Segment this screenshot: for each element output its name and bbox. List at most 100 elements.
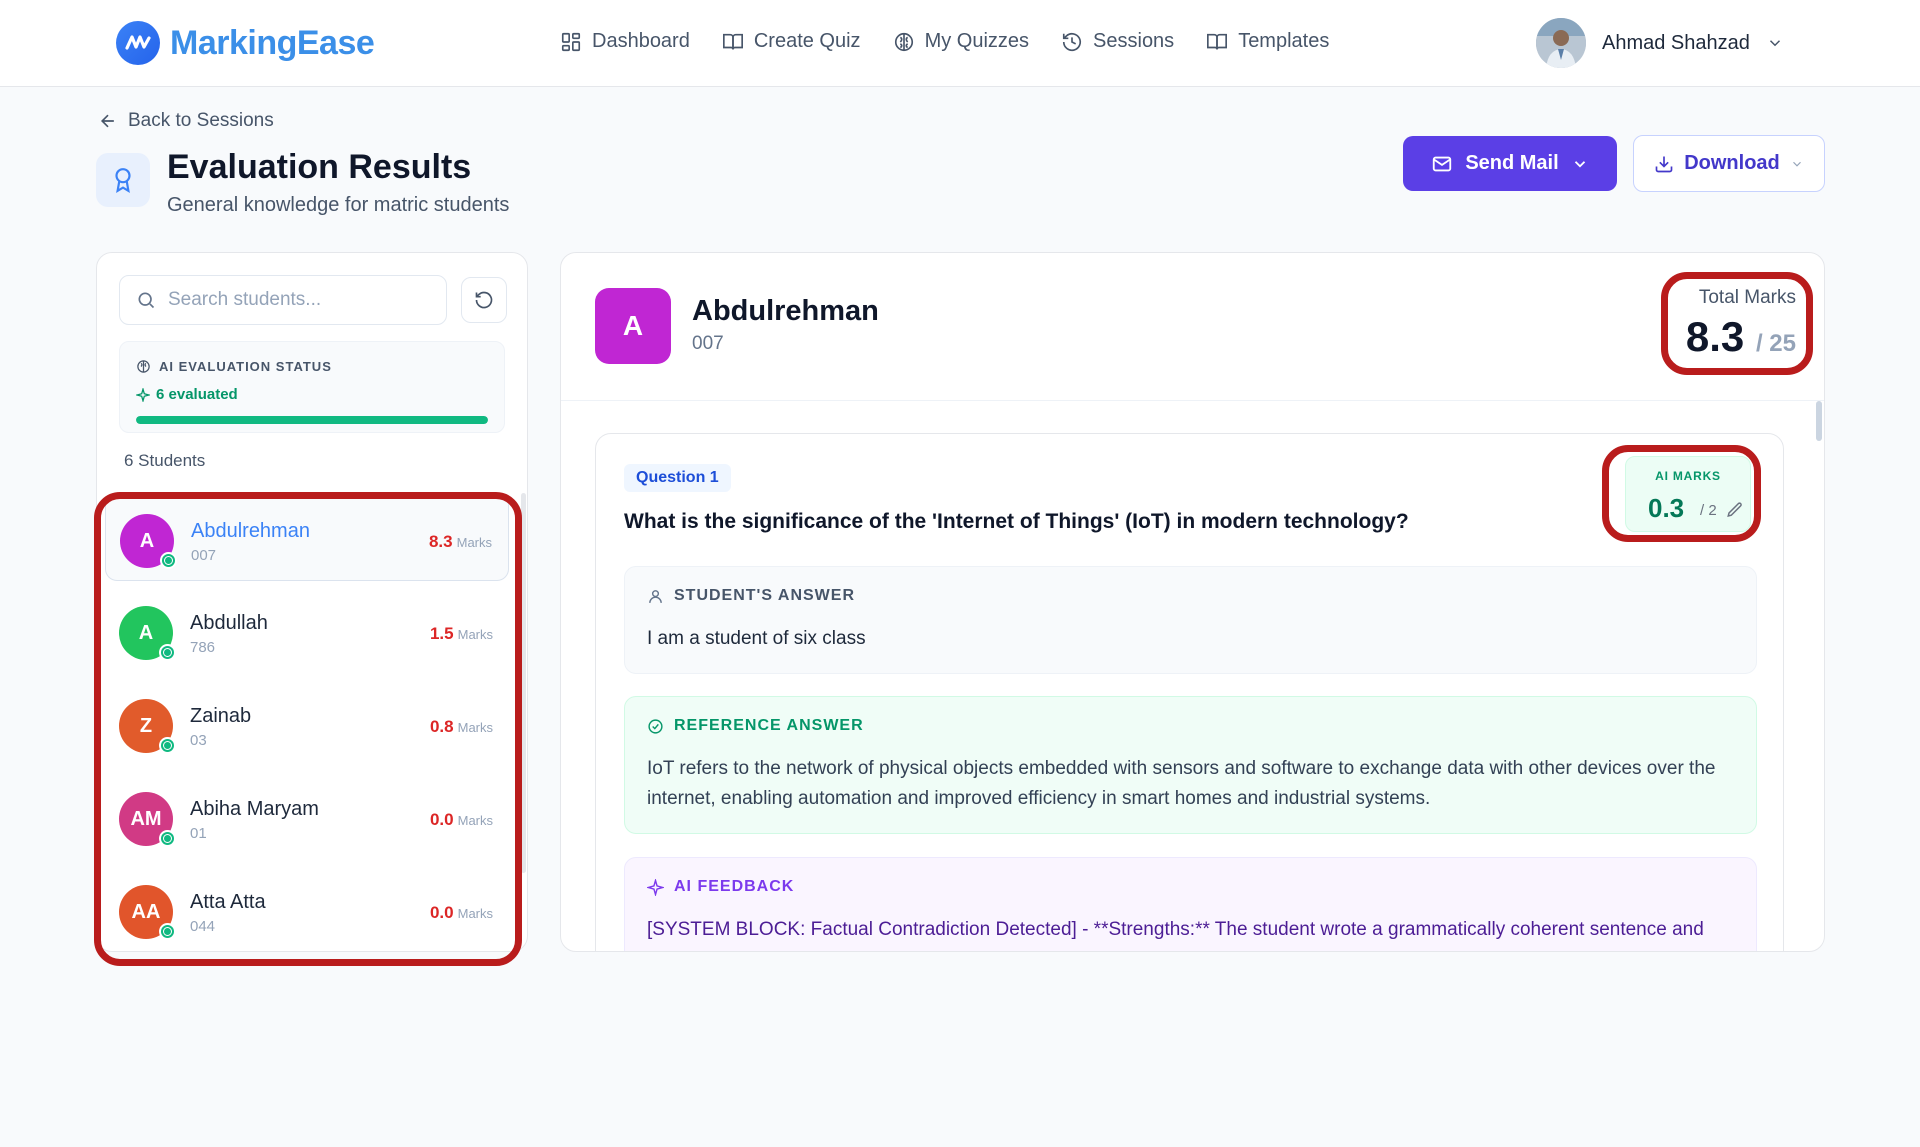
page-subtitle: General knowledge for matric students <box>167 194 510 216</box>
ai-status-heading: AI EVALUATION STATUS <box>136 359 332 374</box>
student-name: Atta Atta <box>190 891 266 913</box>
question-text: What is the significance of the 'Interne… <box>624 510 1409 533</box>
total-marks-max: / 25 <box>1755 330 1796 357</box>
marks-unit: Marks <box>457 720 493 735</box>
student-initials: AA <box>131 900 161 923</box>
student-initials: A <box>138 621 154 644</box>
refresh-icon <box>475 291 493 309</box>
evaluation-detail-panel: A Abdulrehman 007 Total Marks 8.3 / 25 Q… <box>560 252 1825 952</box>
student-marks: 0.8 Marks <box>430 717 493 737</box>
main-nav: Dashboard Create Quiz My Quizzes Session… <box>560 30 1329 53</box>
student-answer-heading: STUDENT'S ANSWER <box>647 587 855 605</box>
reference-answer-text: IoT refers to the network of physical ob… <box>647 758 1716 809</box>
student-id: 007 <box>191 547 217 564</box>
evaluated-check-icon <box>159 737 176 754</box>
send-mail-button[interactable]: Send Mail <box>1403 136 1617 191</box>
students-sidebar: AI EVALUATION STATUS 6 evaluated 6 Stude… <box>96 252 528 952</box>
ai-marks-max: / 2 <box>1700 502 1717 519</box>
page-title: Evaluation Results <box>167 148 472 186</box>
grid-icon <box>561 32 581 51</box>
award-icon <box>96 153 150 207</box>
question-card: Question 1 What is the significance of t… <box>595 433 1784 951</box>
marks-value: 8.3 <box>428 532 453 551</box>
app-name: MarkingEase <box>170 23 375 62</box>
nav-label: Templates <box>1238 30 1330 52</box>
nav-templates[interactable]: Templates <box>1206 30 1329 53</box>
student-id: 01 <box>190 825 207 842</box>
student-initials: Z <box>139 714 153 737</box>
progress-fill <box>136 416 488 424</box>
top-navbar: MarkingEase Dashboard Create Quiz My Qui… <box>0 0 1920 87</box>
total-marks-label: Total Marks <box>1698 287 1796 308</box>
history-icon <box>1062 32 1082 51</box>
nav-create-quiz[interactable]: Create Quiz <box>722 30 861 53</box>
student-avatar: A <box>120 514 177 569</box>
user-menu[interactable]: Ahmad Shahzad <box>1536 18 1784 68</box>
selected-student-name: Abdulrehman <box>692 295 879 327</box>
student-list: A Abdulrehman 007 8.3 Marks A Abdullah 78… <box>105 493 509 943</box>
nav-label: Sessions <box>1093 30 1175 52</box>
student-row[interactable]: AM Abiha Maryam 01 0.0 Marks <box>105 772 509 860</box>
marks-unit: Marks <box>457 813 493 828</box>
ai-marks-value: 0.3 <box>1648 493 1685 523</box>
student-row[interactable]: A Abdullah 786 1.5 Marks <box>105 586 509 674</box>
check-circle-icon <box>648 718 663 734</box>
total-marks-value: 8.3 <box>1685 313 1745 360</box>
arrow-left-icon <box>100 114 114 128</box>
student-initials: AM <box>130 807 162 830</box>
search-input[interactable] <box>168 289 428 311</box>
app-logo[interactable]: MarkingEase <box>116 21 375 65</box>
nav-sessions[interactable]: Sessions <box>1061 30 1174 53</box>
ai-marks-box: AI MARKS 0.3 / 2 <box>1625 456 1751 532</box>
download-button[interactable]: Download <box>1633 135 1825 192</box>
chevron-down-icon <box>1792 161 1801 167</box>
student-marks: 1.5 Marks <box>430 624 493 644</box>
student-id: 03 <box>190 732 207 749</box>
evaluated-check-icon <box>159 830 176 847</box>
student-row[interactable]: A Abdulrehman 007 8.3 Marks <box>105 493 509 581</box>
student-marks: 0.0 Marks <box>430 903 493 923</box>
evaluated-check-icon <box>159 644 176 661</box>
user-avatar <box>1536 18 1586 68</box>
search-box[interactable] <box>119 275 447 325</box>
total-marks-value-wrap: 8.3 / 25 <box>1686 313 1796 361</box>
nav-label: My Quizzes <box>924 30 1030 52</box>
student-id: 786 <box>190 639 216 656</box>
nav-dashboard[interactable]: Dashboard <box>560 30 690 53</box>
sparkle-icon <box>647 878 664 896</box>
user-name: Ahmad Shahzad <box>1602 31 1750 54</box>
brain-icon <box>894 32 913 51</box>
ai-evaluated-text: 6 evaluated <box>156 386 238 403</box>
ai-status-heading-text: AI EVALUATION STATUS <box>159 359 332 374</box>
student-header: A Abdulrehman 007 Total Marks 8.3 / 25 <box>561 253 1824 401</box>
marks-unit: Marks <box>457 627 493 642</box>
ai-marks-label: AI MARKS <box>1655 469 1721 483</box>
student-row[interactable]: AA Atta Atta 044 0.0 Marks <box>105 865 509 943</box>
ai-feedback-heading-text: AI FEEDBACK <box>674 878 795 895</box>
back-to-sessions-link[interactable]: Back to Sessions <box>98 110 274 132</box>
ai-feedback-box: AI FEEDBACK [SYSTEM BLOCK: Factual Contr… <box>624 857 1757 951</box>
student-id: 044 <box>190 918 216 935</box>
student-list-scrollbar[interactable] <box>521 493 526 873</box>
marks-unit: Marks <box>456 535 492 550</box>
student-answer-text: I am a student of six class <box>647 628 866 649</box>
refresh-button[interactable] <box>461 277 507 323</box>
pencil-icon[interactable] <box>1726 501 1744 519</box>
download-icon <box>1655 156 1673 172</box>
download-label: Download <box>1684 152 1780 174</box>
marks-value: 0.0 <box>429 810 454 829</box>
student-initials: A <box>139 529 155 552</box>
student-row[interactable]: Z Zainab 03 0.8 Marks <box>105 679 509 767</box>
ai-evaluated-count: 6 evaluated <box>136 386 238 403</box>
student-marks: 8.3 Marks <box>429 532 492 552</box>
student-avatar: A <box>119 606 176 661</box>
reference-answer-heading-text: REFERENCE ANSWER <box>674 717 864 734</box>
nav-my-quizzes[interactable]: My Quizzes <box>893 30 1029 53</box>
brain-icon <box>137 360 150 373</box>
marks-value: 0.0 <box>429 903 454 922</box>
nav-label: Dashboard <box>592 30 690 52</box>
students-count: 6 Students <box>124 451 206 470</box>
sparkle-icon <box>136 387 150 402</box>
detail-scrollbar[interactable] <box>1816 401 1822 441</box>
ai-evaluation-status: AI EVALUATION STATUS 6 evaluated <box>119 341 505 433</box>
